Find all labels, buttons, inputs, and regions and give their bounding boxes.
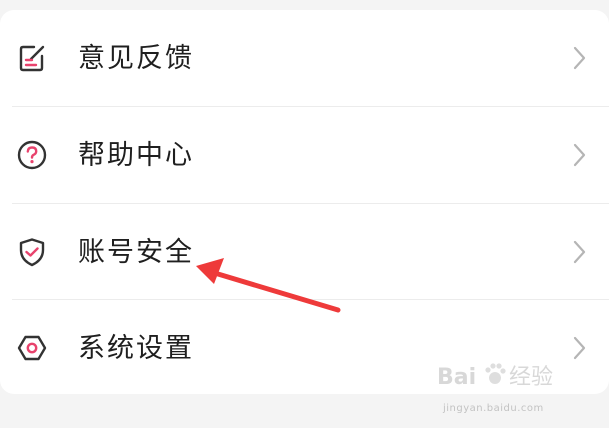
settings-hexagon-icon [14,330,50,366]
chevron-right-icon [571,334,589,362]
settings-menu-card: 意见反馈 帮助中心 账号安全 系统设置 [0,10,609,394]
menu-item-account-security[interactable]: 账号安全 [0,204,609,300]
menu-item-label: 帮助中心 [78,139,194,171]
menu-item-system-settings[interactable]: 系统设置 [0,300,609,396]
feedback-edit-icon [14,40,50,76]
chevron-right-icon [571,238,589,266]
chevron-right-icon [571,141,589,169]
menu-item-label: 系统设置 [78,332,194,364]
menu-item-label: 账号安全 [78,236,194,268]
menu-item-label: 意见反馈 [78,42,194,74]
menu-item-help-center[interactable]: 帮助中心 [0,107,609,203]
help-question-icon [14,137,50,173]
chevron-right-icon [571,44,589,72]
menu-item-feedback[interactable]: 意见反馈 [0,10,609,106]
shield-check-icon [14,234,50,270]
watermark-url: jingyan.baidu.com [443,403,544,414]
